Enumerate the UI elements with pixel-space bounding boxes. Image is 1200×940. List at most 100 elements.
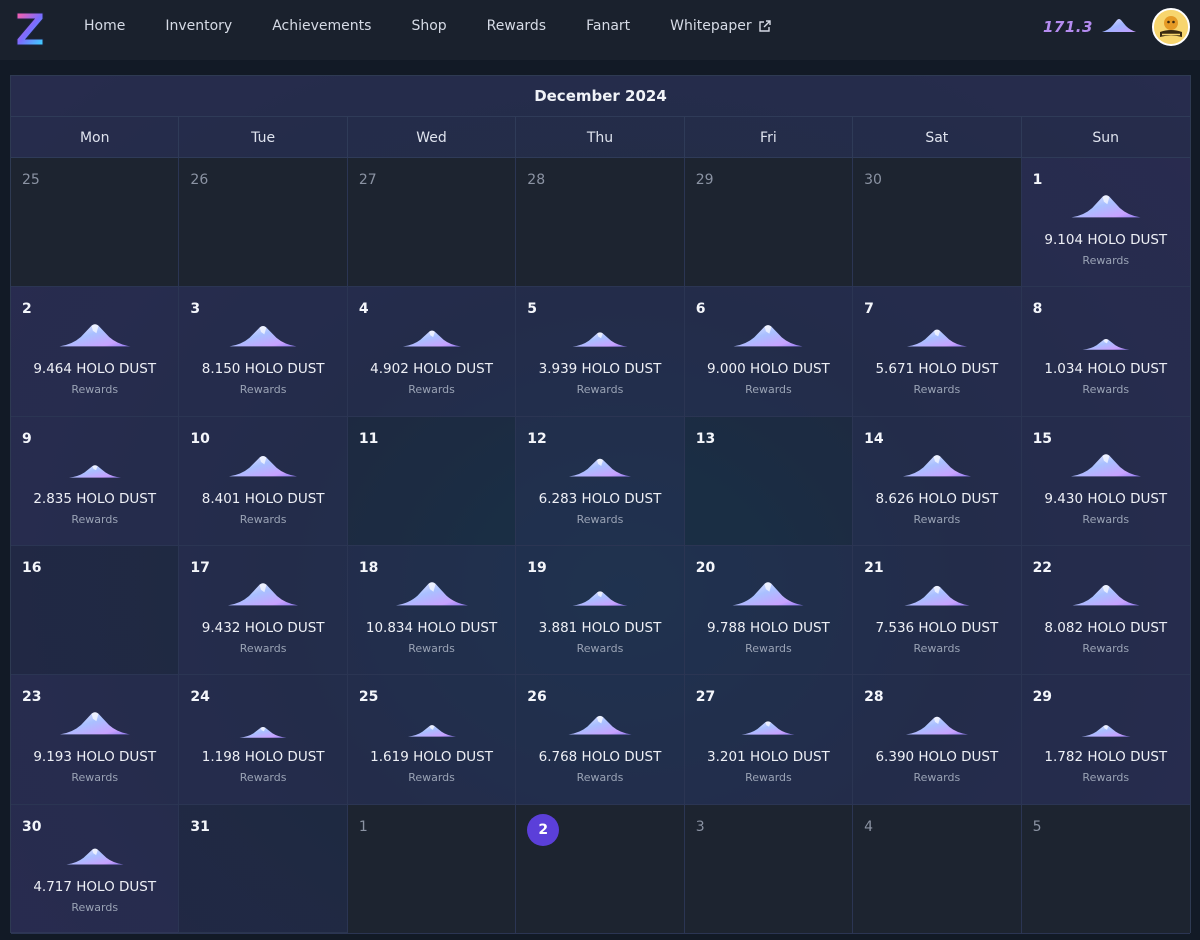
reward-amount: 8.082 HOLO DUST <box>1044 619 1168 636</box>
calendar-day-cell[interactable]: 4 <box>853 804 1022 934</box>
calendar-day-cell[interactable]: 20 9.788 HOLO DUST Rewards <box>684 545 854 676</box>
reward-label: Rewards <box>745 383 792 397</box>
calendar-day-cell[interactable]: 18 10.834 HOLO DUST Rewards <box>347 545 517 676</box>
day-number: 22 <box>1032 559 1053 576</box>
calendar-day-cell[interactable]: 2 9.464 HOLO DUST Rewards <box>11 287 180 417</box>
calendar-day-cell[interactable]: 14 8.626 HOLO DUST Rewards <box>853 416 1022 546</box>
reward-label: Rewards <box>71 771 119 785</box>
nav-fanart[interactable]: Fanart <box>586 18 630 34</box>
nav-achievements[interactable]: Achievements <box>272 18 371 34</box>
calendar-day-cell[interactable]: 22 8.082 HOLO DUST Rewards <box>1021 545 1190 676</box>
weekday-mon: Mon <box>11 117 180 158</box>
calendar-day-cell[interactable]: 15 9.430 HOLO DUST Rewards <box>1021 416 1190 546</box>
calendar-day-cell[interactable]: 26 <box>179 158 348 288</box>
reward-amount: 4.902 HOLO DUST <box>370 361 493 378</box>
holo-dust-icon <box>905 715 968 739</box>
calendar-day-cell[interactable]: 17 9.432 HOLO DUST Rewards <box>179 545 348 676</box>
calendar-day-cell[interactable]: 29 1.782 HOLO DUST Rewards <box>1021 675 1190 805</box>
reward-label: Rewards <box>239 641 287 655</box>
calendar-day-cell[interactable]: 3 8.150 HOLO DUST Rewards <box>179 287 348 417</box>
z-logo-icon[interactable] <box>12 8 48 50</box>
calendar-day-cell[interactable]: 28 <box>516 158 685 288</box>
day-number: 28 <box>527 172 546 188</box>
holo-dust-icon <box>733 323 803 351</box>
humble-avatar-icon[interactable] <box>1152 8 1190 46</box>
calendar-day-cell[interactable]: 23 9.193 HOLO DUST Rewards <box>11 675 180 805</box>
calendar-day-cell[interactable]: 16 <box>11 545 180 676</box>
calendar-day-cell[interactable]: 28 6.390 HOLO DUST Rewards <box>853 675 1022 805</box>
reward-label: Rewards <box>1082 383 1130 397</box>
calendar-day-cell[interactable]: 7 5.671 HOLO DUST Rewards <box>853 287 1022 417</box>
calendar-day-cell[interactable]: 3 <box>684 804 854 934</box>
reward-label: Rewards <box>745 641 792 655</box>
nav-fanart-label: Fanart <box>586 18 631 34</box>
calendar-day-cell[interactable]: 21 7.536 HOLO DUST Rewards <box>853 545 1022 676</box>
reward-amount: 9.432 HOLO DUST <box>201 619 325 636</box>
calendar-day-cell[interactable]: 1 <box>347 804 517 934</box>
calendar-day-cell[interactable]: 12 6.283 HOLO DUST Rewards <box>516 416 685 546</box>
calendar-day-cell[interactable]: 26 6.768 HOLO DUST Rewards <box>516 675 685 805</box>
holo-dust-icon <box>395 580 468 610</box>
day-number: 7 <box>864 301 874 318</box>
holo-dust-balance: 171.3 <box>1043 16 1137 38</box>
reward-label: Rewards <box>913 771 961 785</box>
day-number: 29 <box>695 172 714 188</box>
holo-dust-icon <box>239 723 287 742</box>
day-number: 27 <box>358 172 377 188</box>
calendar-day-cell[interactable]: 19 3.881 HOLO DUST Rewards <box>516 545 685 676</box>
nav-shop[interactable]: Shop <box>411 18 446 34</box>
calendar-day-cell[interactable]: 2 <box>516 804 685 934</box>
reward-amount: 10.834 HOLO DUST <box>365 619 498 636</box>
reward-label: Rewards <box>71 512 119 526</box>
reward-label: Rewards <box>1082 641 1130 655</box>
holo-dust-icon <box>66 847 124 869</box>
calendar-day-cell[interactable]: 13 <box>684 416 854 546</box>
reward-amount: 8.401 HOLO DUST <box>201 490 325 507</box>
day-number: 25 <box>358 689 379 706</box>
nav-home[interactable]: Home <box>84 18 125 34</box>
calendar-day-cell[interactable]: 25 <box>11 158 180 288</box>
calendar-day-cell[interactable]: 1 9.104 HOLO DUST Rewards <box>1021 158 1190 288</box>
reward-amount: 9.104 HOLO DUST <box>1044 232 1168 248</box>
day-number: 30 <box>864 172 882 188</box>
reward-amount: 1.198 HOLO DUST <box>201 749 325 766</box>
reward-amount: 9.000 HOLO DUST <box>707 361 830 378</box>
calendar-day-cell[interactable]: 25 1.619 HOLO DUST Rewards <box>347 675 517 805</box>
calendar-day-cell[interactable]: 29 <box>684 158 854 288</box>
calendar-day-cell[interactable]: 27 <box>347 158 517 288</box>
calendar-day-cell[interactable]: 5 <box>1021 804 1190 934</box>
holo-dust-icon <box>741 720 795 739</box>
reward-label: Rewards <box>239 383 287 397</box>
holo-dust-icon <box>568 457 631 481</box>
calendar-day-cell[interactable]: 9 2.835 HOLO DUST Rewards <box>11 416 180 546</box>
holo-dust-icon <box>906 328 967 351</box>
calendar-day-cell[interactable]: 6 9.000 HOLO DUST Rewards <box>684 287 854 417</box>
holo-dust-icon <box>1101 16 1137 38</box>
calendar-day-cell[interactable]: 31 <box>179 804 348 934</box>
calendar-day-cell[interactable]: 24 1.198 HOLO DUST Rewards <box>179 675 348 805</box>
reward-label: Rewards <box>408 383 455 397</box>
nav-inventory[interactable]: Inventory <box>165 18 232 34</box>
nav-shop-label: Shop <box>411 18 447 34</box>
holo-dust-icon <box>1082 335 1130 354</box>
holo-dust-icon <box>572 590 628 610</box>
nav-whitepaper[interactable]: Whitepaper <box>670 18 771 34</box>
calendar-grid: 25 26 27 28 29 30 1 9.104 HOLO DUST Rewards 2 9.46… <box>11 158 1190 934</box>
calendar-day-cell[interactable]: 4 4.902 HOLO DUST Rewards <box>347 287 517 417</box>
reward-amount: 8.150 HOLO DUST <box>201 361 325 378</box>
nav-inventory-label: Inventory <box>165 18 233 34</box>
nav-rewards-label: Rewards <box>486 18 547 34</box>
reward-label: Rewards <box>576 512 624 526</box>
calendar-day-cell[interactable]: 11 <box>347 416 517 546</box>
reward-label: Rewards <box>913 512 961 526</box>
calendar-day-cell[interactable]: 30 4.717 HOLO DUST Rewards <box>11 804 180 934</box>
calendar-day-cell[interactable]: 10 8.401 HOLO DUST Rewards <box>179 416 348 546</box>
nav-rewards[interactable]: Rewards <box>487 18 546 34</box>
calendar-day-cell[interactable]: 30 <box>853 158 1022 288</box>
calendar-day-cell[interactable]: 8 1.034 HOLO DUST Rewards <box>1021 287 1190 417</box>
day-number: 3 <box>695 818 705 835</box>
calendar-day-cell[interactable]: 5 3.939 HOLO DUST Rewards <box>516 287 685 417</box>
holo-dust-icon <box>902 453 971 481</box>
calendar-day-cell[interactable]: 27 3.201 HOLO DUST Rewards <box>684 675 854 805</box>
day-number: 28 <box>864 689 884 706</box>
